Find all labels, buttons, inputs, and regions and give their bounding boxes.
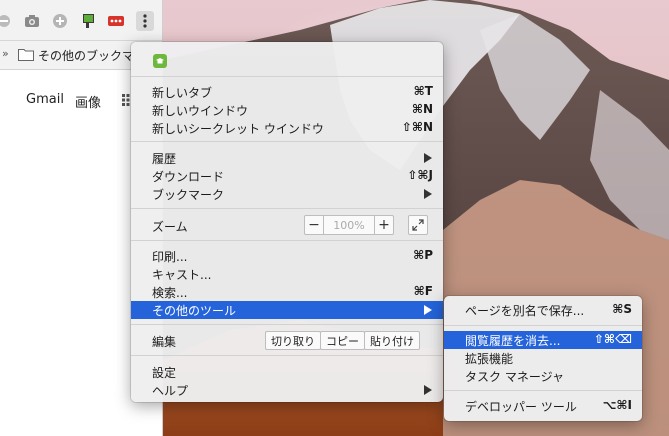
menu-separator xyxy=(131,355,443,356)
menu-item-shortcut: ⇧⌘⌫ xyxy=(593,332,632,346)
menu-item-label: タスク マネージャ xyxy=(465,370,564,384)
submenu-item-task-manager[interactable]: タスク マネージャ xyxy=(444,367,642,385)
menu-item-label: ヘルプ xyxy=(152,384,189,398)
green-extension-icon[interactable] xyxy=(80,13,96,29)
fullscreen-button[interactable] xyxy=(408,215,428,235)
menu-item-shortcut: ⇧⌘J xyxy=(407,168,433,182)
paste-button[interactable]: 貼り付け xyxy=(364,331,420,350)
menu-item-label: 印刷... xyxy=(152,250,188,264)
menu-item-find[interactable]: 検索... ⌘F xyxy=(131,283,443,301)
menu-item-new-incognito-window[interactable]: 新しいシークレット ウインドウ ⇧⌘N xyxy=(131,119,443,137)
menu-item-more-tools[interactable]: その他のツール xyxy=(131,301,443,319)
menu-separator xyxy=(131,141,443,142)
menu-item-shortcut: ⇧⌘N xyxy=(401,120,433,134)
edit-buttons: 切り取り コピー 貼り付け xyxy=(265,331,420,350)
menu-item-shortcut: ⌘P xyxy=(413,248,433,262)
menu-item-label: デベロッパー ツール xyxy=(465,400,577,414)
bookmarks-overflow-button[interactable]: » xyxy=(2,47,9,60)
menu-separator xyxy=(131,76,443,77)
red-dots-extension-icon[interactable] xyxy=(108,13,124,29)
submenu-arrow-icon xyxy=(424,305,432,315)
submenu-arrow-icon xyxy=(424,153,432,163)
menu-separator xyxy=(131,240,443,241)
menu-item-label: ダウンロード xyxy=(152,170,225,184)
extension-icon[interactable] xyxy=(153,54,167,68)
menu-item-label: 拡張機能 xyxy=(465,352,514,366)
menu-item-settings[interactable]: 設定 xyxy=(131,363,443,381)
menu-item-shortcut: ⌘N xyxy=(411,102,433,116)
puzzle-extension-icon[interactable] xyxy=(52,13,68,29)
menu-item-new-tab[interactable]: 新しいタブ ⌘T xyxy=(131,83,443,101)
browser-toolbar xyxy=(0,0,162,41)
submenu-item-developer-tools[interactable]: デベロッパー ツール ⌥⌘I xyxy=(444,397,642,415)
menu-item-cast[interactable]: キャスト... xyxy=(131,265,443,283)
chrome-main-menu: 新しいタブ ⌘T 新しいウインドウ ⌘N 新しいシークレット ウインドウ ⇧⌘N… xyxy=(131,42,443,402)
menu-item-label: その他のツール xyxy=(152,304,237,318)
menu-item-label: ズーム xyxy=(152,220,188,234)
more-vert-icon[interactable] xyxy=(136,11,154,31)
zoom-in-button[interactable]: + xyxy=(375,216,393,234)
menu-item-label: 履歴 xyxy=(152,152,177,166)
submenu-item-save-page-as[interactable]: ページを別名で保存... ⌘S xyxy=(444,301,642,319)
cut-button[interactable]: 切り取り xyxy=(265,331,321,350)
submenu-arrow-icon xyxy=(424,385,432,395)
menu-separator xyxy=(444,390,642,391)
block-icon[interactable] xyxy=(0,13,12,29)
menu-item-downloads[interactable]: ダウンロード ⇧⌘J xyxy=(131,167,443,185)
submenu-arrow-icon xyxy=(424,189,432,199)
zoom-level: 100% xyxy=(323,216,375,234)
images-link[interactable]: 画像 xyxy=(75,92,101,111)
menu-item-new-window[interactable]: 新しいウインドウ ⌘N xyxy=(131,101,443,119)
submenu-item-extensions[interactable]: 拡張機能 xyxy=(444,349,642,367)
menu-item-zoom: ズーム xyxy=(131,217,443,235)
menu-item-label: 閲覧履歴を消去... xyxy=(465,334,561,348)
folder-icon xyxy=(18,48,34,64)
more-tools-submenu: ページを別名で保存... ⌘S 閲覧履歴を消去... ⇧⌘⌫ 拡張機能 タスク … xyxy=(444,296,642,421)
menu-item-label: 設定 xyxy=(152,366,177,380)
menu-separator xyxy=(444,325,642,326)
menu-item-print[interactable]: 印刷... ⌘P xyxy=(131,247,443,265)
menu-item-shortcut: ⌘F xyxy=(413,284,433,298)
menu-item-label: キャスト... xyxy=(152,268,212,282)
gmail-link[interactable]: Gmail xyxy=(26,92,64,107)
menu-item-label: 検索... xyxy=(152,286,188,300)
menu-item-label: 新しいシークレット ウインドウ xyxy=(152,122,324,136)
menu-item-shortcut: ⌘T xyxy=(413,84,433,98)
zoom-out-button[interactable]: − xyxy=(305,216,323,234)
other-bookmarks-folder[interactable]: その他のブックマ xyxy=(38,47,134,64)
menu-item-label: ブックマーク xyxy=(152,188,225,202)
menu-item-label: 新しいタブ xyxy=(152,86,213,100)
menu-item-label: 新しいウインドウ xyxy=(152,104,249,118)
menu-separator xyxy=(131,324,443,325)
menu-item-label: 編集 xyxy=(152,335,177,349)
submenu-item-clear-browsing-data[interactable]: 閲覧履歴を消去... ⇧⌘⌫ xyxy=(444,331,642,349)
menu-item-shortcut: ⌘S xyxy=(612,302,632,316)
menu-item-bookmarks[interactable]: ブックマーク xyxy=(131,185,443,203)
menu-item-label: ページを別名で保存... xyxy=(465,304,585,318)
fullscreen-icon xyxy=(412,219,424,231)
camera-icon[interactable] xyxy=(24,13,40,29)
zoom-control: − 100% + xyxy=(304,215,394,235)
menu-item-history[interactable]: 履歴 xyxy=(131,149,443,167)
menu-item-shortcut: ⌥⌘I xyxy=(602,398,632,412)
menu-item-help[interactable]: ヘルプ xyxy=(131,381,443,399)
copy-button[interactable]: コピー xyxy=(320,331,365,350)
menu-separator xyxy=(131,208,443,209)
